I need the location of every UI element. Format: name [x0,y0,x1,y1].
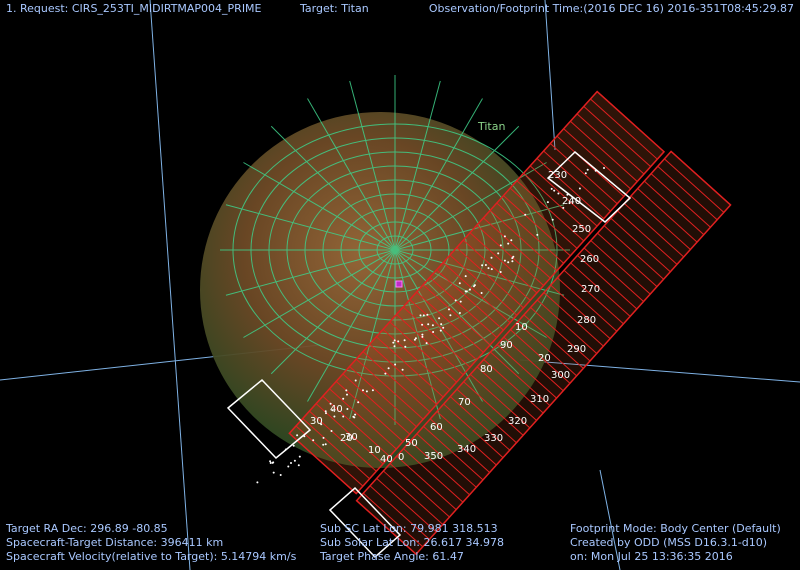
footprint-label: 10 [368,445,381,456]
created-by: Created by ODD (MSS D16.3.1-d10) [570,536,768,549]
footprint-label: 30 [310,416,323,427]
footprint-label: 20 [538,353,551,364]
footprint-label: 250 [572,224,591,235]
created-on: on: Mon Jul 25 13:36:35 2016 [570,550,733,563]
footprint-label: 60 [430,422,443,433]
sc-velocity: Spacecraft Velocity(relative to Target):… [6,550,297,563]
titan-label: Titan [478,120,506,133]
sub-sc-lat-lon: Sub SC Lat Lon: 79.981 318.513 [320,522,498,535]
footprint-label: 260 [580,254,599,265]
footprint-info: Footprint Mode: Body Center (Default) Cr… [570,522,781,564]
footprint-label: 10 [515,322,528,333]
sub-solar-lat-lon: Sub Solar Lat Lon: 26.617 34.978 [320,536,504,549]
request-title: 1. Request: CIRS_253TI_MIDIRTMAP004_PRIM… [6,2,262,15]
target-title: Target: Titan [300,2,369,15]
spacecraft-info: Target RA Dec: 296.89 -80.85 Spacecraft-… [6,522,296,564]
geometry-info: Sub SC Lat Lon: 79.981 318.513 Sub Solar… [320,522,504,564]
footprint-label: 90 [500,340,513,351]
footprint-label: 290 [567,344,586,355]
sc-distance: Spacecraft-Target Distance: 396411 km [6,536,224,549]
footprint-label: 350 [424,451,443,462]
footprint-label: 30 [345,432,358,443]
footprint-label: 270 [581,284,600,295]
observation-viewport[interactable]: 230 240 250 260 270 280 290 300 310320 330 340 350 0… [0,0,800,570]
footprint-label: 70 [458,397,471,408]
footprint-label: 330 [484,433,503,444]
footprint-label: 320 [508,416,527,427]
footprint-label: 230 [548,170,567,181]
footprint-label: 40 [380,454,393,465]
observation-time: Observation/Footprint Time:(2016 DEC 16)… [428,2,794,15]
phase-angle: Target Phase Angle: 61.47 [320,550,464,563]
footprint-label: 50 [405,438,418,449]
subspacecraft-marker [395,280,403,288]
ra-dec: Target RA Dec: 296.89 -80.85 [6,522,168,535]
footprint-label: 0 [398,452,404,463]
footprint-label: 240 [562,196,581,207]
footprint-label: 280 [577,315,596,326]
footprint-label: 310 [530,394,549,405]
footprint-label: 40 [330,404,343,415]
footprint-label: 300 [551,370,570,381]
footprint-mode: Footprint Mode: Body Center (Default) [570,522,781,535]
footprint-label: 340 [457,444,476,455]
footprint-label: 80 [480,364,493,375]
